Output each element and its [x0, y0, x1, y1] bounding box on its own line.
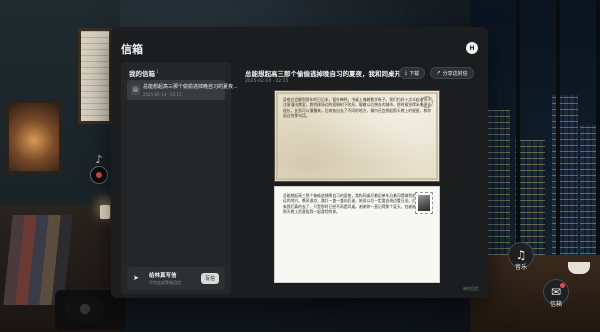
letter-detail-pane: 总能想起高三那个偷偷逃掉晚自习的夏夜，我和同桌开着... 2025-02-14 … [237, 62, 483, 294]
download-button[interactable]: ⤓ 下载 [399, 67, 425, 79]
mailbox-heading: 我的信箱1 [129, 68, 159, 78]
write-card-subtitle: 写完这封等她回信 [149, 280, 181, 285]
envelope-icon: ✉ [550, 285, 562, 299]
share-icon: ↗ [436, 70, 441, 76]
record-dot [96, 172, 102, 178]
photo-stamp [415, 192, 433, 214]
coffee-cup [568, 262, 590, 274]
handwritten-letter-text: 夏夜总会翻到那年的日记本，窗外蝉鸣，书桌上摊着数学卷子。我们约好十点半趁老师不注… [283, 97, 432, 119]
mailbox-modal: 信箱 H 我的信箱1 ▤ 总能想起高三那个偷偷逃掉晚自习的夏夜... 2025-… [111, 27, 488, 298]
download-icon: ⤓ [404, 70, 408, 76]
letter-paper-reply: 总能想起高三那个偷偷逃掉晚自习的夏夜，我和同桌开着旧单车沿着河堤骑到很远的地方。… [274, 186, 440, 283]
letter-icon: ▤ [131, 85, 140, 95]
unread-badge [560, 283, 565, 288]
letter-paper-vintage: 夏夜总会翻到那年的日记本，窗外蝉鸣，书桌上摊着数学卷子。我们约好十点半趁老师不注… [274, 90, 440, 182]
paper-plane-icon: ➤ [133, 274, 139, 282]
music-note-icon: ♫ [515, 248, 527, 262]
mailbox-count: 1 [156, 69, 159, 75]
list-item[interactable]: ▤ 总能想起高三那个偷偷逃掉晚自习的夏夜... 2025-02-14 · 22:… [127, 80, 238, 100]
stamp-photo [418, 195, 430, 211]
letter-date: 2025-02-14 · 22:15 [245, 79, 289, 84]
postmark-stamp [421, 96, 433, 108]
record-player-icon[interactable] [90, 166, 108, 184]
mailbox-list-pane: 我的信箱1 ▤ 总能想起高三那个偷偷逃掉晚自习的夏夜... 2025-02-14… [121, 62, 238, 294]
photo-frame [6, 100, 62, 174]
write-card-title: 给林真写信 [149, 273, 177, 279]
candle [100, 205, 110, 219]
write-button[interactable]: 写信 [201, 273, 219, 284]
sheet-music-frame [78, 28, 112, 124]
letter-title: 总能想起高三那个偷偷逃掉晚自习的夏夜，我和同桌开着... [245, 70, 401, 78]
letter-item-date: 2025-02-14 · 22:15 [143, 92, 182, 97]
mailbox-heading-text: 我的信箱 [129, 70, 155, 78]
share-label: 分享这封信 [442, 70, 468, 77]
share-button[interactable]: ↗ 分享这封信 [430, 67, 474, 79]
write-letter-card: ➤ 给林真写信 写完这封等她回信 写信 [127, 267, 225, 290]
music-button-label: 音乐 [514, 264, 527, 271]
user-avatar[interactable]: H [466, 42, 478, 54]
window-frame [480, 0, 600, 260]
letter-item-title: 总能想起高三那个偷偷逃掉晚自习的夏夜... [143, 84, 238, 90]
mailbox-button-label: 信箱 [549, 301, 562, 308]
modal-title: 信箱 [121, 43, 143, 56]
letter-footer: 林的回信 [463, 286, 479, 291]
reply-letter-text: 总能想起高三那个偷偷逃掉晚自习的夏夜，我和同桌开着旧单车沿着河堤骑到很远的地方。… [283, 193, 416, 215]
download-label: 下载 [409, 70, 420, 77]
